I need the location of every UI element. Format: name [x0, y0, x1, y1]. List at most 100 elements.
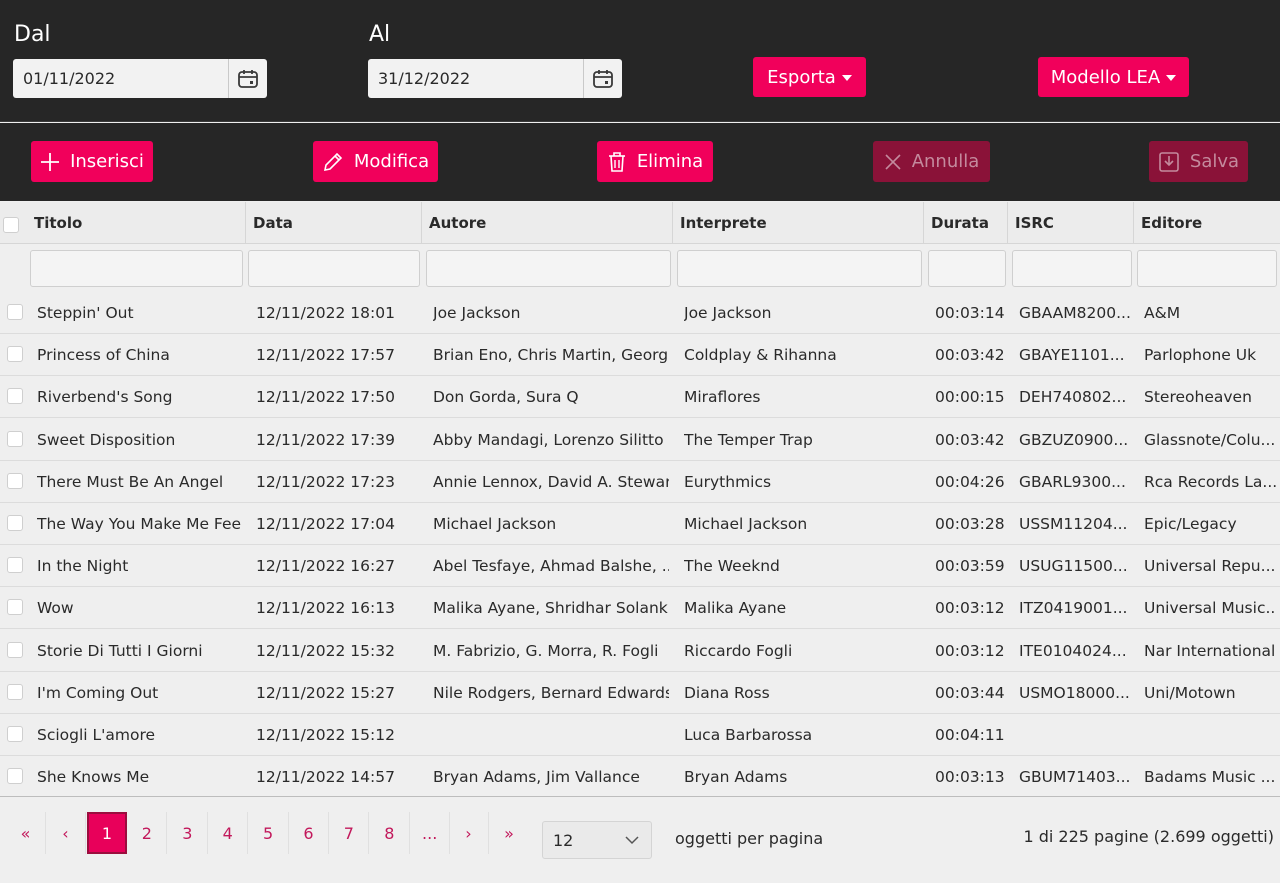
table-row[interactable]: Princess of China 12/11/2022 17:57 Brian E… — [0, 334, 1280, 377]
column-header-date[interactable]: Data — [245, 202, 422, 244]
column-header-performer[interactable]: Interprete — [672, 202, 924, 244]
filter-title-input[interactable] — [30, 250, 243, 287]
from-date-input[interactable] — [13, 59, 228, 98]
cell-author: Abel Tesfaye, Ahmad Balshe, ... — [433, 557, 669, 576]
page-size-select[interactable]: 12 — [542, 821, 652, 859]
to-date-input[interactable] — [368, 59, 583, 98]
filter-performer-input[interactable] — [677, 250, 922, 287]
caret-down-icon — [1166, 75, 1177, 81]
cell-publisher: Uni/Motown — [1144, 683, 1236, 702]
row-checkbox[interactable] — [7, 683, 23, 700]
from-date-label: Dal — [14, 22, 51, 47]
cell-duration: 00:03:59 — [935, 557, 1005, 576]
column-header-publisher[interactable]: Editore — [1133, 202, 1280, 244]
cell-author: M. Fabrizio, G. Morra, R. Fogli — [433, 641, 659, 660]
page-button[interactable]: 5 — [249, 812, 289, 854]
table-row[interactable]: In the Night 12/11/2022 16:27 Abel Tesfaye… — [0, 545, 1280, 588]
delete-label: Elimina — [636, 151, 704, 172]
table-row[interactable]: There Must Be An Angel 12/11/2022 17:23 An… — [0, 461, 1280, 503]
table-row[interactable]: I'm Coming Out 12/11/2022 15:27 Nile Rodge… — [0, 672, 1280, 714]
filter-author-input[interactable] — [426, 250, 671, 287]
cancel-button[interactable]: Annulla — [873, 141, 990, 182]
table-row[interactable]: Wow 12/11/2022 16:13 Malika Ayane, Shridha… — [0, 587, 1280, 630]
page-button[interactable]: 1 — [87, 812, 127, 854]
songs-table: Titolo Data Autore Interprete Durata ISR… — [0, 202, 1280, 799]
row-checkbox[interactable] — [7, 726, 23, 742]
export-dropdown-button[interactable]: Esporta — [753, 57, 866, 97]
filter-date-input[interactable] — [248, 250, 420, 287]
column-header-isrc[interactable]: ISRC — [1007, 202, 1134, 244]
page-button[interactable]: 3 — [168, 812, 208, 854]
table-row[interactable]: Riverbend's Song 12/11/2022 17:50 Don Gord… — [0, 376, 1280, 419]
cell-publisher — [1144, 714, 1277, 756]
row-checkbox[interactable] — [7, 515, 23, 531]
page-ellipsis[interactable]: ... — [410, 812, 451, 854]
delete-button[interactable]: Elimina — [597, 141, 713, 182]
next-page-button[interactable]: › — [449, 812, 489, 854]
page-button[interactable]: 8 — [370, 812, 410, 854]
table-row[interactable]: Sweet Disposition 12/11/2022 17:39 Abby Ma… — [0, 419, 1280, 461]
first-page-button[interactable]: « — [6, 812, 46, 854]
table-row[interactable]: The Way You Make Me Feel 12/11/2022 17:04… — [0, 503, 1280, 545]
page-button[interactable]: 4 — [208, 812, 249, 854]
filter-duration-input[interactable] — [928, 250, 1006, 287]
prev-page-button[interactable]: ‹ — [46, 812, 86, 854]
last-page-button[interactable]: » — [489, 812, 529, 854]
row-checkbox[interactable] — [7, 472, 23, 489]
cell-isrc: DEH740802... — [1019, 388, 1127, 407]
cell-date: 12/11/2022 16:27 — [256, 557, 395, 576]
select-all-checkbox[interactable] — [3, 217, 19, 233]
cell-duration: 00:04:26 — [935, 472, 1005, 491]
from-date-field[interactable] — [13, 59, 267, 98]
cell-title: The Way You Make Me Feel — [37, 515, 242, 533]
cell-publisher: Stereoheaven — [1144, 388, 1252, 407]
table-row[interactable]: Steppin' Out 12/11/2022 18:01 Joe Jackson J… — [0, 292, 1280, 334]
row-checkbox[interactable] — [7, 430, 23, 447]
column-header-author[interactable]: Autore — [421, 202, 673, 244]
cell-isrc: ITZ0419001... — [1019, 599, 1128, 618]
cell-title: Sweet Disposition — [37, 430, 176, 449]
cancel-label: Annulla — [911, 151, 980, 172]
cell-date: 12/11/2022 17:50 — [256, 388, 395, 407]
cell-publisher: Epic/Legacy — [1144, 515, 1237, 533]
insert-label: Inserisci — [70, 151, 144, 172]
cell-title: Sciogli L'amore — [37, 726, 156, 744]
trash-icon — [608, 151, 625, 172]
page-button[interactable]: 6 — [289, 812, 329, 854]
cell-author: Nile Rodgers, Bernard Edwards — [433, 683, 669, 702]
to-date-field[interactable] — [368, 59, 622, 98]
table-row[interactable]: She Knows Me 12/11/2022 14:57 Bryan Adams,… — [0, 756, 1280, 799]
filter-isrc-input[interactable] — [1012, 250, 1132, 287]
model-lea-label: Modello LEA — [1050, 66, 1161, 88]
cell-date: 12/11/2022 15:27 — [256, 683, 395, 702]
calendar-icon[interactable] — [583, 59, 621, 98]
row-checkbox[interactable] — [7, 599, 23, 616]
row-checkbox[interactable] — [7, 304, 23, 320]
cell-duration: 00:00:15 — [935, 388, 1005, 407]
edit-button[interactable]: Modifica — [313, 141, 438, 182]
page-button[interactable]: 2 — [127, 812, 168, 854]
table-row[interactable]: Sciogli L'amore 12/11/2022 15:12 Luca Barb… — [0, 714, 1280, 756]
row-checkbox[interactable] — [7, 557, 23, 574]
save-button[interactable]: Salva — [1149, 141, 1248, 182]
cell-publisher: Badams Music ... — [1144, 768, 1276, 787]
cell-date: 12/11/2022 16:13 — [256, 599, 395, 618]
cell-duration: 00:03:14 — [935, 304, 1005, 322]
row-checkbox[interactable] — [7, 641, 23, 658]
filter-publisher-input[interactable] — [1137, 250, 1277, 287]
table-row[interactable]: Storie Di Tutti I Giorni 12/11/2022 15:32… — [0, 630, 1280, 672]
insert-button[interactable]: Inserisci — [31, 141, 153, 182]
cell-isrc: USMO18000... — [1019, 683, 1130, 702]
cell-publisher: Parlophone Uk — [1144, 346, 1257, 365]
row-checkbox[interactable] — [7, 346, 23, 363]
column-header-duration[interactable]: Durata — [923, 202, 1008, 244]
cell-author: Don Gorda, Sura Q — [433, 388, 579, 407]
calendar-icon[interactable] — [228, 59, 266, 98]
page-button[interactable]: 7 — [329, 812, 370, 854]
model-lea-dropdown-button[interactable]: Modello LEA — [1038, 57, 1189, 97]
row-checkbox[interactable] — [7, 388, 23, 405]
save-label: Salva — [1189, 151, 1240, 172]
row-checkbox[interactable] — [7, 768, 23, 785]
cell-duration: 00:03:42 — [935, 430, 1005, 449]
column-header-title[interactable]: Titolo — [26, 202, 246, 244]
